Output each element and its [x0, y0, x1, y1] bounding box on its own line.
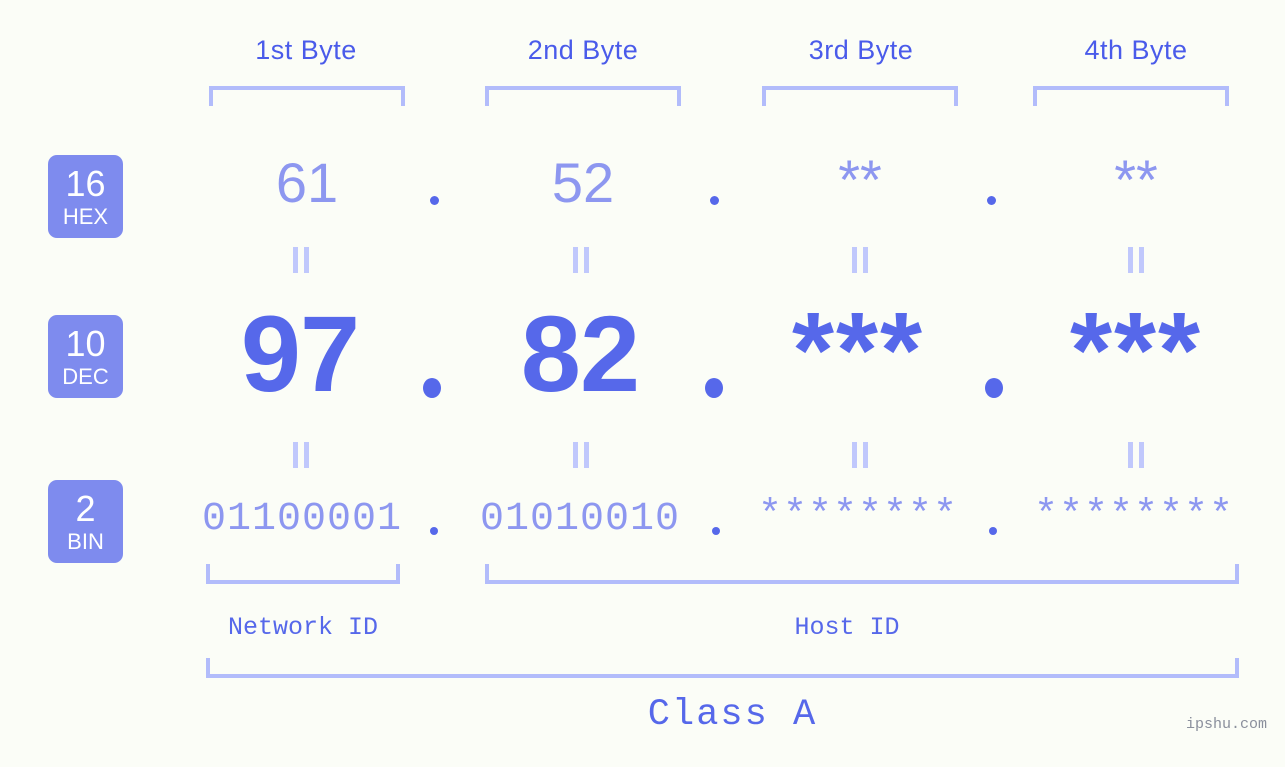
base-badge-dec-number: 10: [65, 322, 106, 364]
byte-bracket-top-4: [1033, 86, 1229, 106]
class-label: Class A: [647, 694, 818, 736]
byte-bracket-top-3: [762, 86, 958, 106]
network-id-label: Network ID: [227, 613, 379, 642]
equals-mark-dec-bin-1: [293, 442, 309, 468]
hex-value-byte-3: **: [838, 148, 882, 211]
equals-mark-hex-dec-1: [293, 247, 309, 273]
host-id-label: Host ID: [794, 613, 900, 642]
bin-separator-dot-1: [430, 527, 438, 535]
byte-bracket-top-1: [209, 86, 405, 106]
dec-separator-dot-2: [705, 378, 723, 398]
hex-value-byte-1: 61: [275, 151, 339, 214]
bin-separator-dot-3: [989, 527, 997, 535]
dec-value-byte-1: 97: [240, 293, 360, 414]
dec-separator-dot-1: [423, 378, 441, 398]
equals-mark-dec-bin-4: [1128, 442, 1144, 468]
hex-value-byte-4: **: [1114, 148, 1158, 211]
bin-value-byte-4: ********: [1033, 494, 1235, 539]
equals-mark-dec-bin-2: [573, 442, 589, 468]
bin-value-byte-1: 01100001: [201, 497, 403, 542]
dec-value-byte-4: ***: [1069, 289, 1203, 410]
network-id-bracket: [206, 564, 400, 584]
dec-separator-dot-3: [985, 378, 1003, 398]
hex-separator-dot-2: [710, 196, 719, 205]
byte-header-1: 1st Byte: [255, 35, 357, 65]
equals-mark-dec-bin-3: [852, 442, 868, 468]
bin-separator-dot-2: [712, 527, 720, 535]
bin-value-byte-3: ********: [757, 494, 959, 539]
hex-separator-dot-3: [987, 196, 996, 205]
equals-mark-hex-dec-2: [573, 247, 589, 273]
base-badge-hex: 16 HEX: [48, 155, 123, 238]
base-badge-dec-name: DEC: [62, 363, 109, 389]
base-badge-bin: 2 BIN: [48, 480, 123, 563]
byte-header-2: 2nd Byte: [527, 35, 639, 65]
byte-header-3: 3rd Byte: [808, 35, 914, 65]
byte-bracket-top-2: [485, 86, 681, 106]
base-badge-hex-number: 16: [65, 162, 106, 204]
equals-mark-hex-dec-4: [1128, 247, 1144, 273]
dec-value-byte-3: ***: [791, 289, 925, 410]
base-badge-bin-number: 2: [75, 487, 96, 529]
base-badge-bin-name: BIN: [67, 528, 104, 554]
class-bracket: [206, 658, 1239, 678]
equals-mark-hex-dec-3: [852, 247, 868, 273]
dec-value-byte-2: 82: [520, 293, 640, 414]
byte-header-4: 4th Byte: [1084, 35, 1188, 65]
site-watermark: ipshu.com: [1186, 716, 1268, 733]
ip-address-breakdown-diagram: 1st Byte 2nd Byte 3rd Byte 4th Byte 16 H…: [0, 0, 1285, 767]
hex-separator-dot-1: [430, 196, 439, 205]
base-badge-dec: 10 DEC: [48, 315, 123, 398]
hex-value-byte-2: 52: [551, 151, 615, 214]
base-badge-hex-name: HEX: [62, 203, 109, 229]
host-id-bracket: [485, 564, 1239, 584]
bin-value-byte-2: 01010010: [479, 497, 681, 542]
